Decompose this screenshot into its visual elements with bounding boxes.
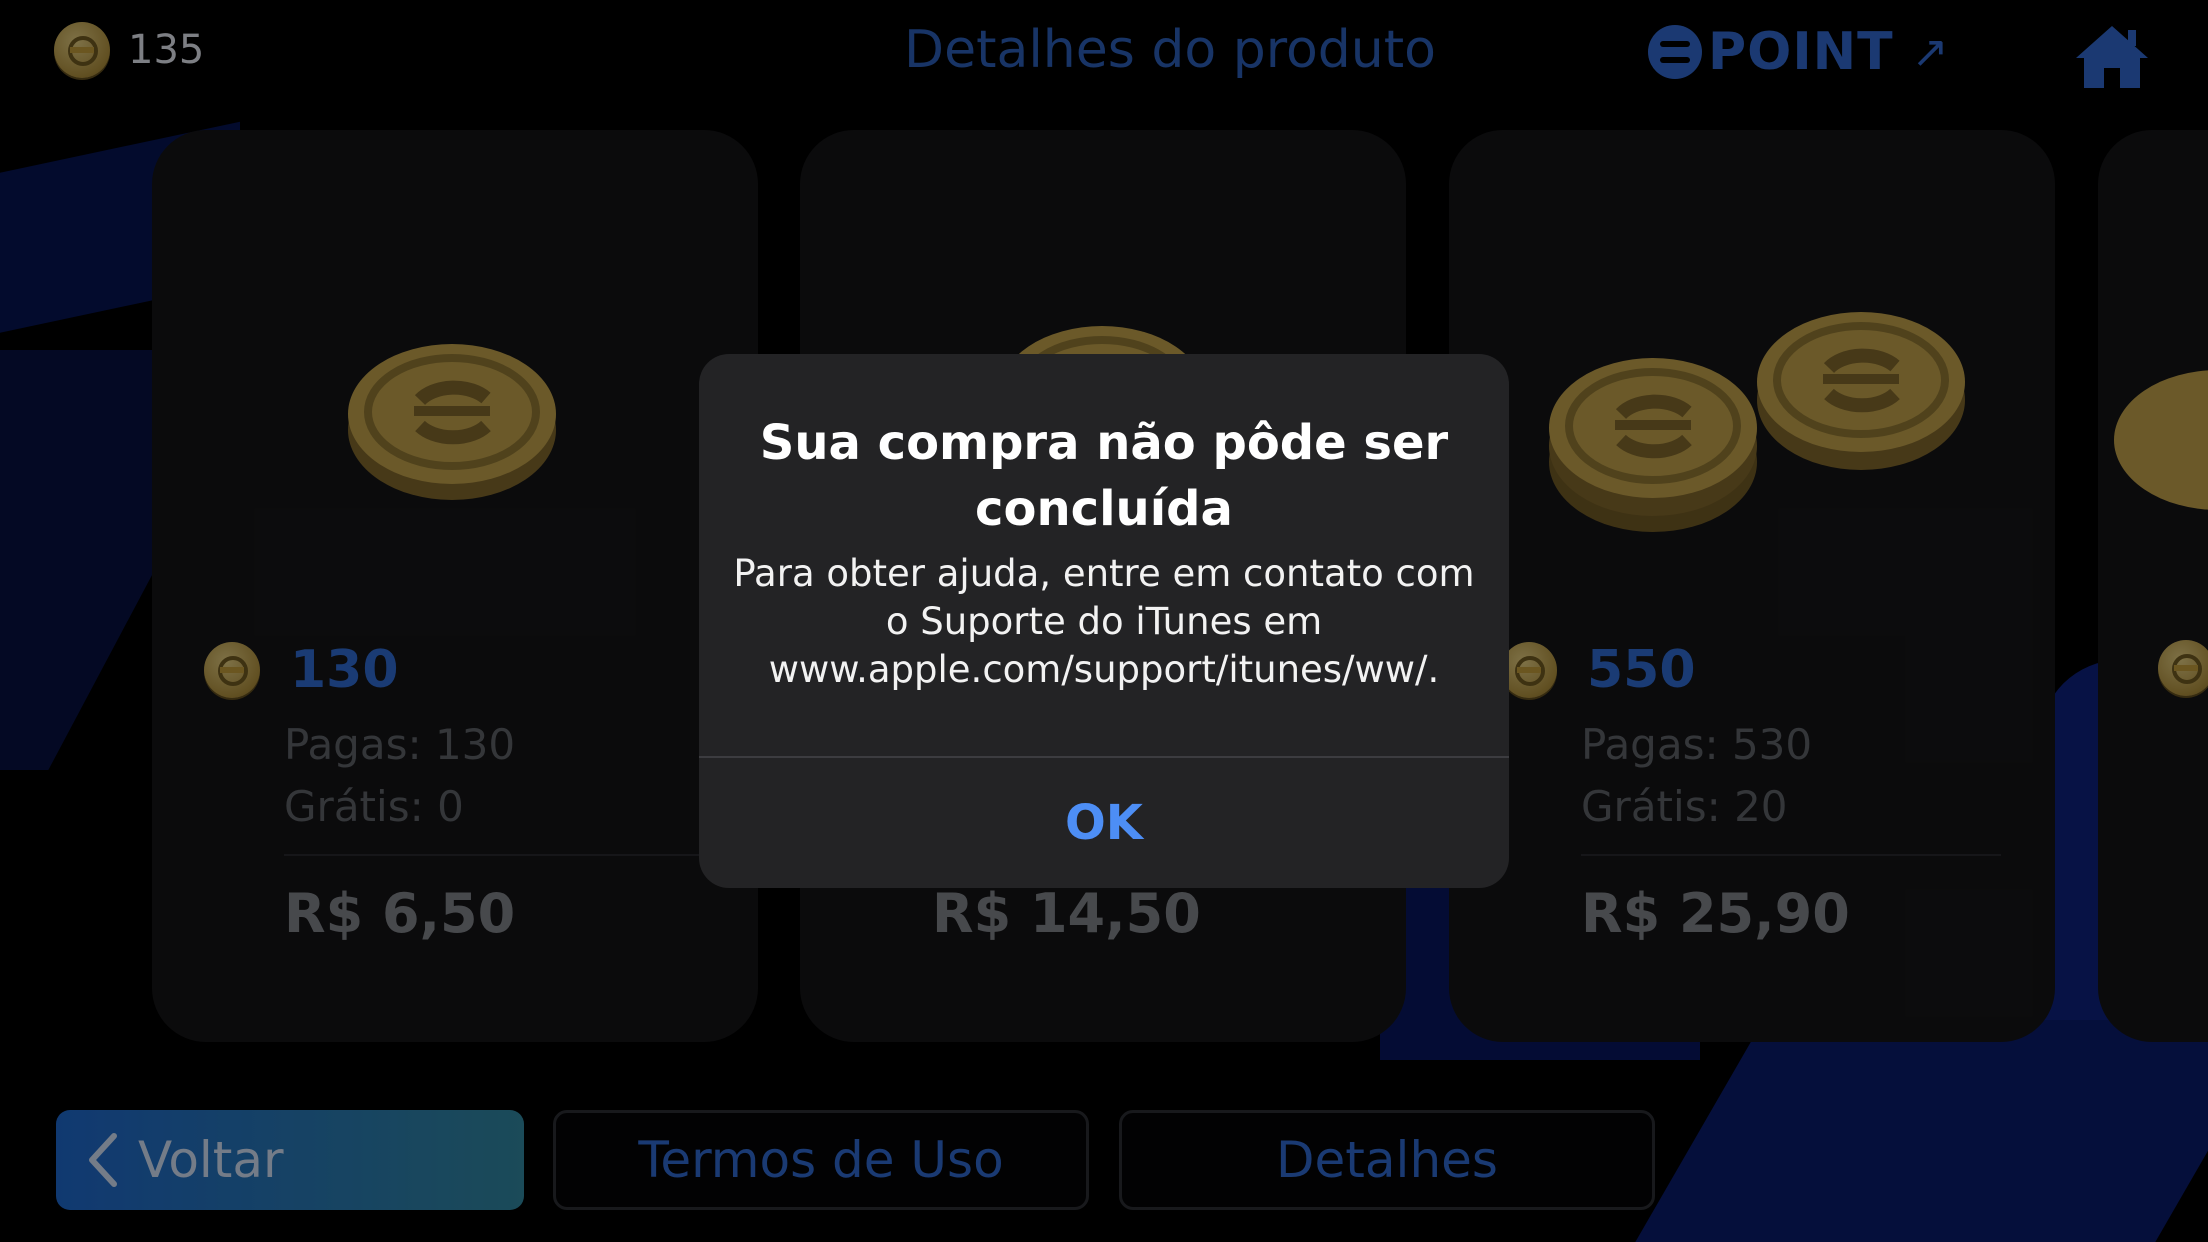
ok-button[interactable]: OK [699, 758, 1509, 888]
alert-title: Sua compra não pôde ser concluída [759, 415, 1449, 537]
purchase-error-alert: Sua compra não pôde ser concluída Para o… [699, 354, 1509, 888]
alert-message: Para obter ajuda, entre em contato com o… [733, 552, 1475, 691]
